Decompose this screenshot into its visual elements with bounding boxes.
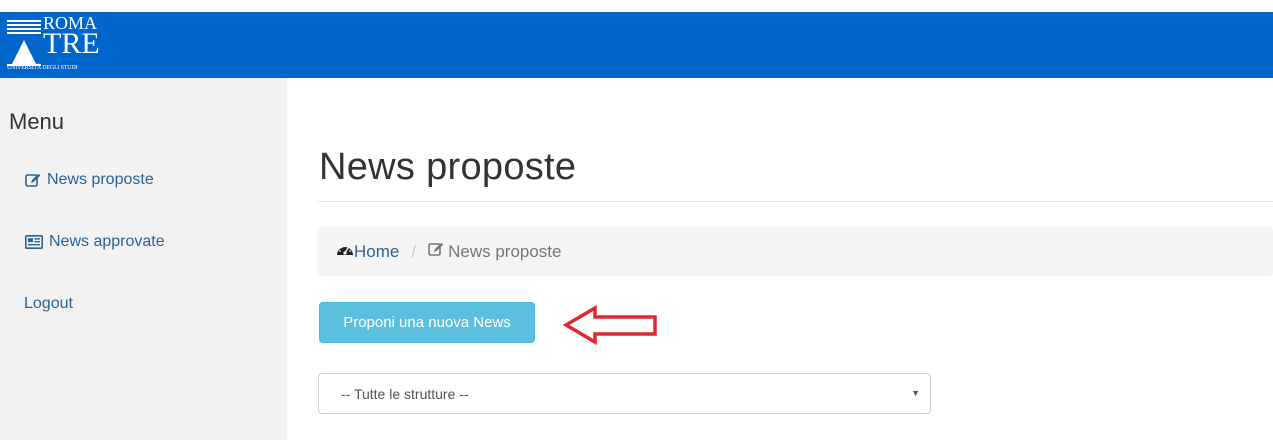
roma-tre-logo[interactable]: ROMA TRE UNIVERSITÀ DEGLI STUDI	[7, 13, 119, 74]
dashboard-icon	[336, 242, 354, 262]
newspaper-icon	[25, 235, 43, 249]
breadcrumb: Home / News proposte	[317, 227, 1273, 276]
breadcrumb-separator: /	[411, 241, 417, 261]
sidebar-item-label: Logout	[24, 295, 73, 312]
menu-title: Menu	[9, 109, 65, 134]
sidebar: Menu News proposte News approvate Logout	[0, 78, 287, 440]
sidebar-item-label: News approvate	[49, 233, 165, 250]
caret-down-icon: ▼	[911, 388, 920, 398]
propose-new-news-button[interactable]: Proponi una nuova News	[319, 302, 535, 343]
top-bar: ROMA TRE UNIVERSITÀ DEGLI STUDI	[0, 12, 1273, 78]
structure-select-value: -- Tutte le strutture --	[341, 385, 469, 402]
title-divider	[317, 201, 1273, 202]
edit-icon	[25, 173, 41, 188]
breadcrumb-home-label: Home	[354, 241, 400, 261]
logo-university-text: UNIVERSITÀ DEGLI STUDI	[7, 65, 78, 71]
university-emblem-icon	[7, 20, 41, 66]
page-title: News proposte	[319, 146, 577, 188]
structure-select[interactable]: -- Tutte le strutture -- ▼	[318, 373, 931, 414]
sidebar-item-news-proposte[interactable]: News proposte	[25, 171, 154, 189]
sidebar-item-logout[interactable]: Logout	[24, 295, 73, 313]
edit-icon	[428, 242, 444, 262]
breadcrumb-current-label: News proposte	[448, 241, 562, 261]
sidebar-item-news-approvate[interactable]: News approvate	[25, 233, 165, 251]
breadcrumb-home-link[interactable]: Home	[336, 242, 399, 262]
breadcrumb-current: News proposte	[428, 242, 561, 262]
sidebar-item-label: News proposte	[47, 171, 154, 188]
annotation-arrow-icon	[563, 305, 657, 345]
logo-tre-text: TRE	[43, 27, 100, 60]
